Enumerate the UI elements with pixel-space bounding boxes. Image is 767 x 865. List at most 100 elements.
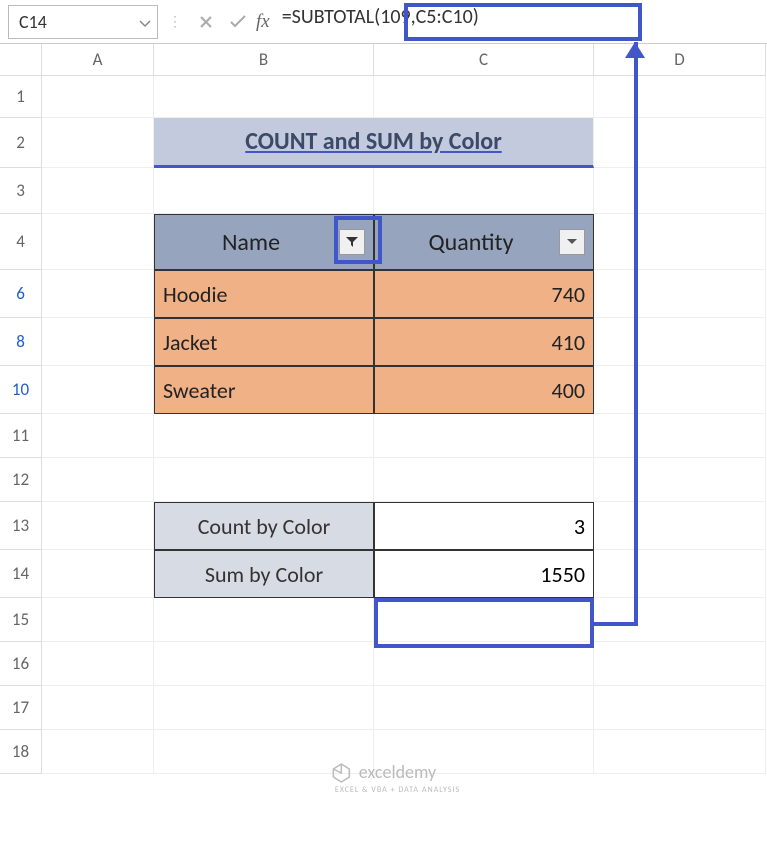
row-header[interactable]: 1 bbox=[0, 76, 42, 118]
col-header-a[interactable]: A bbox=[42, 44, 154, 76]
table-row: 6 Hoodie 740 bbox=[0, 270, 767, 318]
row-header[interactable]: 12 bbox=[0, 458, 42, 502]
cell[interactable] bbox=[42, 318, 154, 366]
cell[interactable] bbox=[374, 414, 594, 458]
data-name-cell[interactable]: Hoodie bbox=[154, 270, 374, 318]
header-name-label: Name bbox=[163, 228, 339, 257]
name-box-dropdown-icon[interactable] bbox=[139, 11, 151, 33]
table-header-qty[interactable]: Quantity bbox=[374, 214, 594, 270]
cell[interactable] bbox=[594, 458, 766, 502]
cell[interactable] bbox=[154, 458, 374, 502]
row-header[interactable]: 10 bbox=[0, 366, 42, 414]
row: 16 bbox=[0, 642, 767, 686]
row: 11 bbox=[0, 414, 767, 458]
row-header[interactable]: 14 bbox=[0, 550, 42, 598]
sum-value-cell[interactable]: 1550 bbox=[374, 550, 594, 598]
count-value-cell[interactable]: 3 bbox=[374, 502, 594, 550]
cancel-formula-button[interactable] bbox=[192, 8, 220, 36]
cell[interactable] bbox=[42, 118, 154, 168]
cell[interactable] bbox=[154, 76, 374, 118]
cell[interactable] bbox=[374, 168, 594, 214]
cell[interactable] bbox=[594, 76, 766, 118]
cell[interactable] bbox=[594, 366, 766, 414]
cell[interactable] bbox=[374, 598, 594, 642]
cell[interactable] bbox=[42, 458, 154, 502]
row-header[interactable]: 8 bbox=[0, 318, 42, 366]
col-header-d[interactable]: D bbox=[594, 44, 766, 76]
cell[interactable] bbox=[374, 686, 594, 730]
cell[interactable] bbox=[42, 366, 154, 414]
name-box-value: C14 bbox=[19, 11, 47, 33]
cell[interactable] bbox=[154, 598, 374, 642]
row: 1 bbox=[0, 76, 767, 118]
data-name-cell[interactable]: Jacket bbox=[154, 318, 374, 366]
cell[interactable] bbox=[42, 214, 154, 270]
title-cell[interactable]: COUNT and SUM by Color bbox=[154, 118, 594, 168]
row-header[interactable]: 15 bbox=[0, 598, 42, 642]
cell[interactable] bbox=[594, 730, 766, 774]
cell[interactable] bbox=[594, 118, 766, 168]
cell[interactable] bbox=[42, 598, 154, 642]
data-qty-cell[interactable]: 400 bbox=[374, 366, 594, 414]
cell[interactable] bbox=[42, 642, 154, 686]
formula-input[interactable]: =SUBTOTAL(109,C5:C10) bbox=[282, 5, 759, 39]
cell[interactable] bbox=[594, 168, 766, 214]
cell[interactable] bbox=[594, 598, 766, 642]
cell[interactable] bbox=[594, 414, 766, 458]
row-header[interactable]: 18 bbox=[0, 730, 42, 774]
fx-icon[interactable]: fx bbox=[256, 11, 270, 33]
cell[interactable] bbox=[42, 686, 154, 730]
cell[interactable] bbox=[594, 550, 766, 598]
filter-button-qty[interactable] bbox=[559, 229, 585, 255]
sum-label-cell[interactable]: Sum by Color bbox=[154, 550, 374, 598]
name-box[interactable]: C14 bbox=[8, 5, 158, 39]
cell[interactable] bbox=[42, 270, 154, 318]
cell[interactable] bbox=[374, 642, 594, 686]
cell[interactable] bbox=[594, 318, 766, 366]
row: 17 bbox=[0, 686, 767, 730]
row: 12 bbox=[0, 458, 767, 502]
cell[interactable] bbox=[42, 502, 154, 550]
cell[interactable] bbox=[42, 76, 154, 118]
row-header[interactable]: 13 bbox=[0, 502, 42, 550]
chevron-down-icon bbox=[566, 238, 578, 246]
cell[interactable] bbox=[42, 730, 154, 774]
cell[interactable] bbox=[42, 168, 154, 214]
confirm-formula-button[interactable] bbox=[224, 8, 252, 36]
row-header[interactable]: 17 bbox=[0, 686, 42, 730]
cell[interactable] bbox=[154, 642, 374, 686]
cell[interactable] bbox=[374, 458, 594, 502]
cell[interactable] bbox=[42, 414, 154, 458]
filter-button-name[interactable] bbox=[339, 229, 365, 255]
count-label-cell[interactable]: Count by Color bbox=[154, 502, 374, 550]
row: 4 Name Quantity bbox=[0, 214, 767, 270]
cell[interactable] bbox=[594, 270, 766, 318]
col-header-c[interactable]: C bbox=[374, 44, 594, 76]
select-all-corner[interactable] bbox=[0, 44, 42, 76]
header-qty-label: Quantity bbox=[383, 228, 559, 257]
cell[interactable] bbox=[154, 168, 374, 214]
cell[interactable] bbox=[42, 550, 154, 598]
row-header[interactable]: 11 bbox=[0, 414, 42, 458]
data-qty-cell[interactable]: 740 bbox=[374, 270, 594, 318]
logo-text: exceldemy bbox=[359, 761, 436, 783]
cell[interactable] bbox=[594, 686, 766, 730]
row-header[interactable]: 4 bbox=[0, 214, 42, 270]
row-header[interactable]: 2 bbox=[0, 118, 42, 168]
row-header[interactable]: 16 bbox=[0, 642, 42, 686]
separator: ⋮ bbox=[168, 13, 182, 30]
table-header-name[interactable]: Name bbox=[154, 214, 374, 270]
spreadsheet-grid: A B C D 1 2 COUNT and SUM by Color 3 4 N… bbox=[0, 44, 767, 865]
row: 3 bbox=[0, 168, 767, 214]
cell[interactable] bbox=[374, 76, 594, 118]
cell[interactable] bbox=[594, 502, 766, 550]
cell[interactable] bbox=[154, 414, 374, 458]
row-header[interactable]: 6 bbox=[0, 270, 42, 318]
data-qty-cell[interactable]: 410 bbox=[374, 318, 594, 366]
cell[interactable] bbox=[594, 214, 766, 270]
col-header-b[interactable]: B bbox=[154, 44, 374, 76]
cell[interactable] bbox=[594, 642, 766, 686]
row-header[interactable]: 3 bbox=[0, 168, 42, 214]
cell[interactable] bbox=[154, 686, 374, 730]
data-name-cell[interactable]: Sweater bbox=[154, 366, 374, 414]
